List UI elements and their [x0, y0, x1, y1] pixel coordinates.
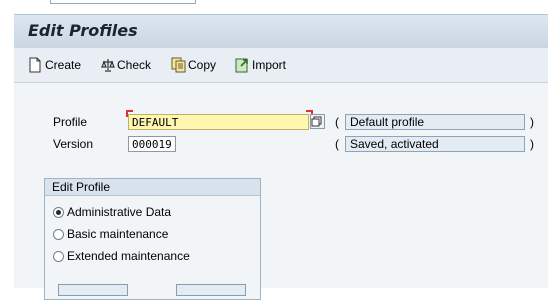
paren-open: ( [335, 137, 339, 151]
version-status: Saved, activated [345, 136, 525, 152]
radio-label: Extended maintenance [67, 249, 190, 263]
paren-open: ( [335, 115, 339, 129]
paren-close: ) [530, 137, 534, 151]
radio-administrative-data[interactable]: Administrative Data [53, 205, 171, 219]
lower-button-2[interactable] [176, 284, 246, 296]
radio-extended-maintenance[interactable]: Extended maintenance [53, 249, 190, 263]
import-button[interactable]: Import [235, 56, 286, 74]
value-help-icon [311, 115, 324, 131]
create-button[interactable]: Create [28, 56, 81, 74]
check-label: Check [117, 58, 152, 72]
create-label: Create [45, 58, 82, 72]
title-bar: Edit Profiles [14, 14, 548, 49]
copy-label: Copy [188, 58, 217, 72]
top-strip [0, 0, 548, 12]
check-button[interactable]: Check [100, 56, 151, 74]
radio-label: Basic maintenance [67, 227, 169, 241]
value-help-button[interactable] [310, 114, 325, 129]
import-label: Import [252, 58, 287, 72]
import-icon [235, 57, 249, 73]
profile-input[interactable]: DEFAULT [128, 114, 309, 130]
radio-unselected-icon [53, 228, 64, 240]
radio-basic-maintenance[interactable]: Basic maintenance [53, 227, 168, 241]
profile-label: Profile [53, 115, 88, 129]
edit-profile-group: Edit Profile Administrative Data Basic m… [44, 178, 261, 300]
version-input[interactable]: 000019 [128, 136, 176, 152]
edit-profile-title: Edit Profile [45, 179, 260, 196]
paren-close: ) [530, 115, 534, 129]
lower-button-1[interactable] [58, 284, 128, 296]
radio-unselected-icon [53, 250, 64, 262]
new-document-icon [28, 57, 42, 73]
radio-label: Administrative Data [67, 205, 172, 219]
radio-selected-icon [53, 206, 64, 218]
check-scales-icon [100, 57, 115, 73]
profile-description: Default profile [345, 114, 525, 130]
page-title: Edit Profiles [28, 21, 138, 40]
copy-icon [171, 57, 186, 73]
copy-button[interactable]: Copy [171, 56, 216, 74]
version-label: Version [53, 137, 94, 151]
command-field[interactable] [50, 0, 196, 4]
required-marker [126, 110, 133, 117]
application-toolbar: Create Check Copy Import [14, 48, 548, 83]
